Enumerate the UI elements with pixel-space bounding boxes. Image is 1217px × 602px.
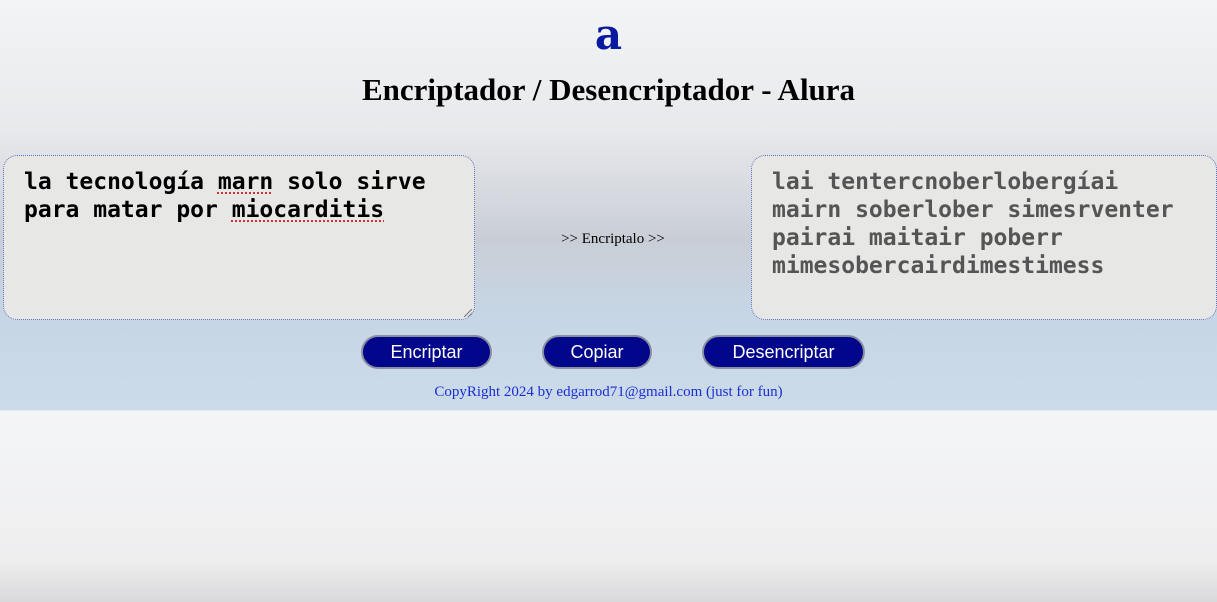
misspelled-word: miocarditis xyxy=(231,197,385,223)
input-text-segment: la tecnología xyxy=(24,169,218,195)
decrypt-button[interactable]: Desencriptar xyxy=(702,335,865,369)
misspelled-word: marn xyxy=(217,169,274,195)
copy-button[interactable]: Copiar xyxy=(542,335,652,369)
copyright-footer: CopyRight 2024 by edgarrod71@gmail.com (… xyxy=(434,384,783,400)
encrypt-direction-label: >> Encriptalo >> xyxy=(561,231,665,247)
page-title: Encriptador / Desencriptador - Alura xyxy=(361,72,856,107)
resize-handle-icon[interactable] xyxy=(464,309,472,317)
encrypt-button[interactable]: Encriptar xyxy=(361,335,492,369)
input-text-segment: solo sirve xyxy=(273,169,426,195)
alura-logo: a xyxy=(594,10,623,59)
output-textarea[interactable]: lai tentercnoberlobergíai mairn soberlob… xyxy=(751,155,1217,320)
input-text-segment: para matar por xyxy=(24,197,232,223)
input-textarea[interactable]: la tecnología marn solo sirve para matar… xyxy=(3,155,475,320)
